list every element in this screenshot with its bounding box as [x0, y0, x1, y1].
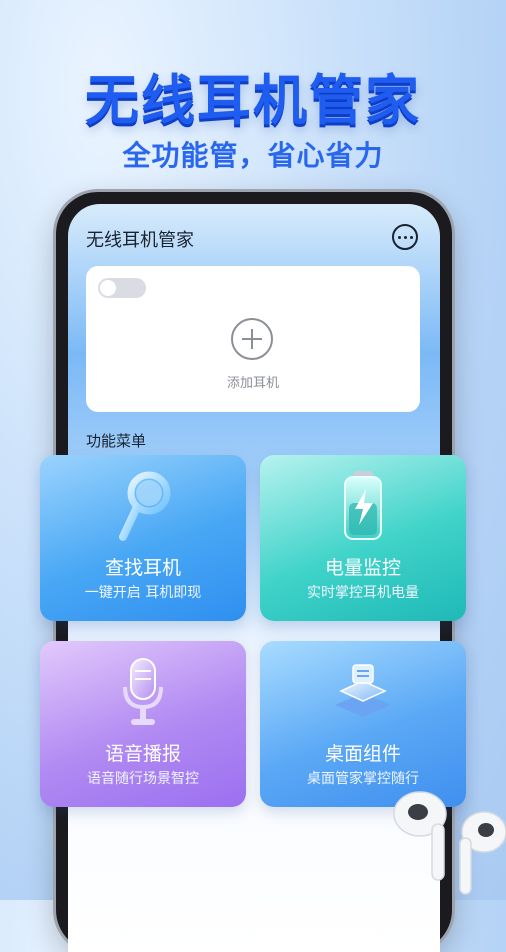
- microphone-icon: [113, 653, 173, 733]
- add-earphone-label: 添加耳机: [226, 376, 279, 391]
- earbuds-illustration: [390, 788, 506, 900]
- find-earphones-title: 查找耳机: [104, 557, 181, 579]
- function-menu-label: 功能菜单: [86, 432, 147, 450]
- connection-toggle[interactable]: [98, 278, 146, 298]
- voice-broadcast-title: 语音播报: [104, 743, 181, 765]
- desktop-widget-subtitle: 桌面管家掌控随行: [307, 771, 419, 787]
- promo-subline: 全功能管，省心省力: [122, 139, 384, 172]
- voice-broadcast-subtitle: 语音随行场景智控: [87, 771, 199, 787]
- desktop-widget-tile[interactable]: 桌面组件 桌面管家掌控随行: [260, 641, 466, 807]
- find-earphones-subtitle: 一键开启 耳机即现: [84, 585, 202, 601]
- battery-monitor-subtitle: 实时掌控耳机电量: [307, 585, 419, 601]
- promo-headline: 无线耳机管家: [85, 69, 421, 132]
- more-dots-icon[interactable]: [392, 224, 418, 250]
- add-plus-icon[interactable]: [231, 318, 273, 360]
- add-earphone-card[interactable]: 添加耳机: [86, 266, 420, 412]
- voice-broadcast-tile[interactable]: 语音播报 语音随行场景智控: [40, 641, 246, 807]
- app-title: 无线耳机管家: [86, 230, 194, 251]
- toggle-knob: [100, 280, 116, 296]
- find-earphones-tile[interactable]: 查找耳机 一键开启 耳机即现: [40, 455, 246, 621]
- widget-stack-icon: [333, 653, 393, 733]
- battery-monitor-tile[interactable]: 电量监控 实时掌控耳机电量: [260, 455, 466, 621]
- desktop-widget-title: 桌面组件: [324, 743, 401, 765]
- battery-monitor-title: 电量监控: [324, 557, 401, 579]
- battery-icon: [333, 467, 393, 547]
- magnifier-icon: [113, 467, 173, 547]
